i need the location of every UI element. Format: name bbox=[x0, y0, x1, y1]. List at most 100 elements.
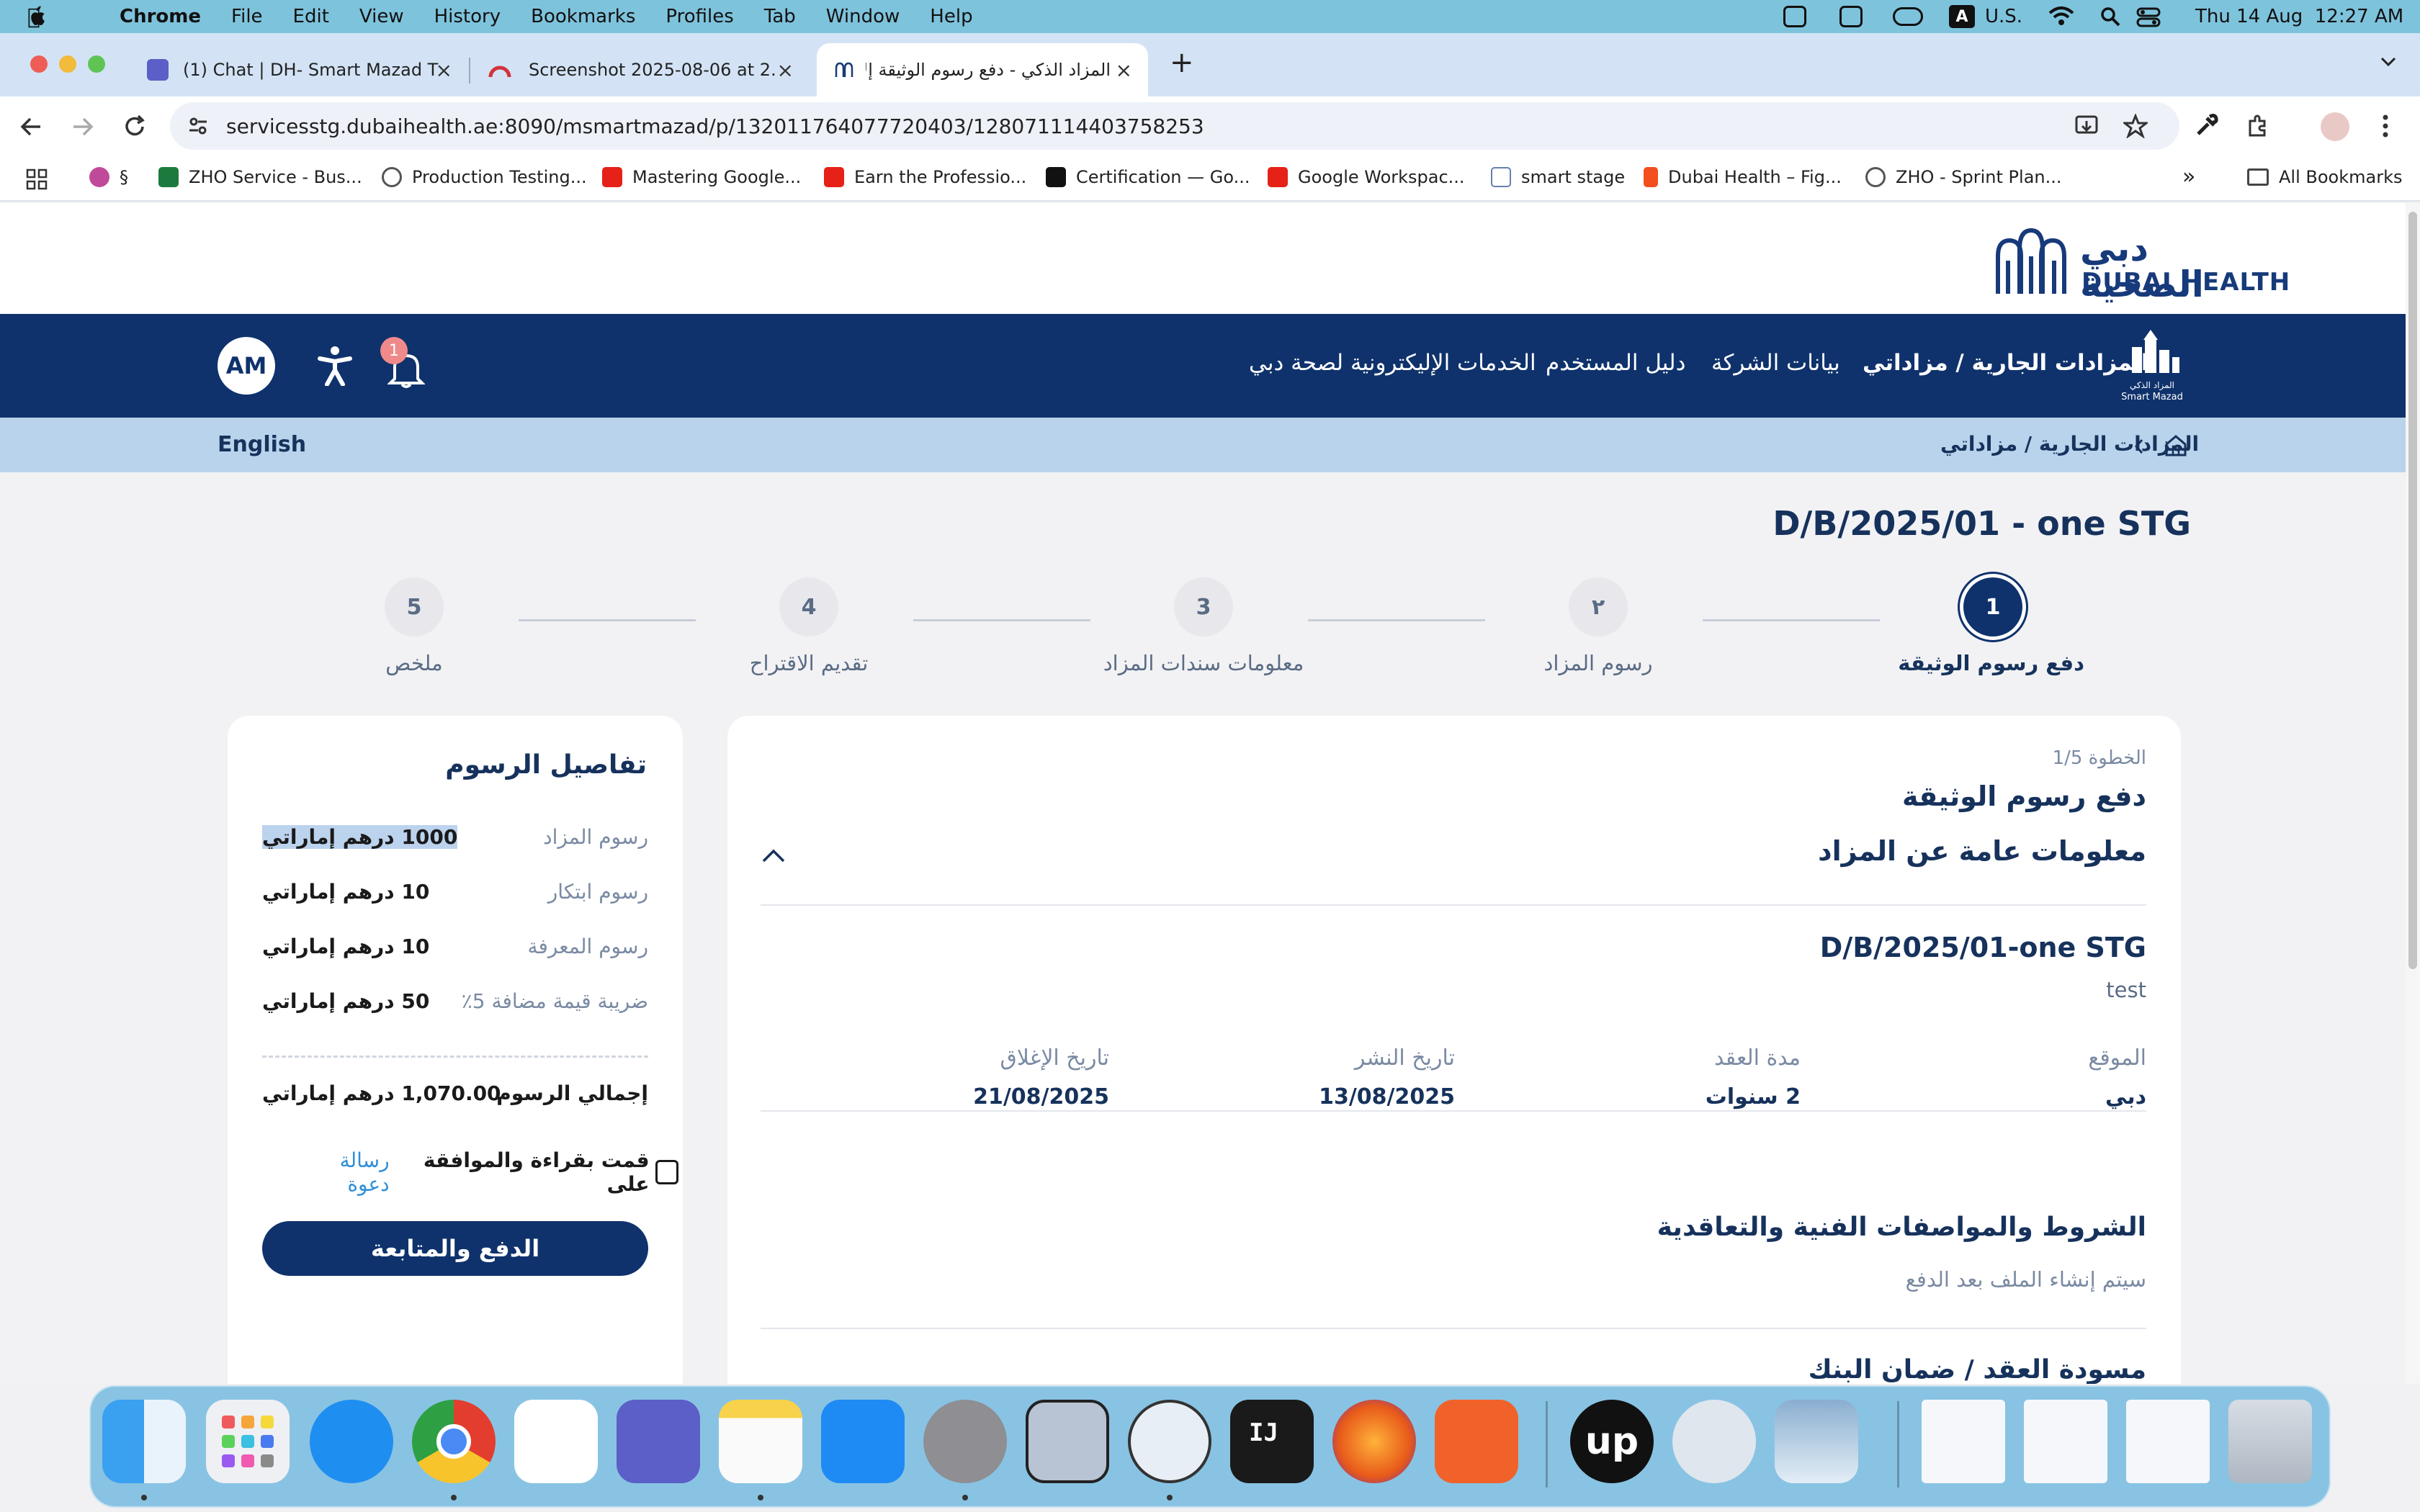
apps-grid-icon[interactable] bbox=[26, 168, 48, 190]
tab-smart-mazad[interactable]: المزاد الذكي - دفع رسوم الوثيقة إلا × bbox=[817, 43, 1148, 96]
brave-icon[interactable] bbox=[1435, 1400, 1518, 1483]
menu-app-chrome[interactable]: Chrome bbox=[120, 6, 201, 27]
close-tab-icon[interactable]: × bbox=[1116, 58, 1132, 82]
scrollbar-thumb[interactable] bbox=[2408, 212, 2417, 969]
close-tab-icon[interactable]: × bbox=[436, 58, 452, 82]
all-bookmarks-folder[interactable]: All Bookmarks bbox=[2247, 167, 2402, 187]
apple-logo-icon[interactable] bbox=[26, 6, 46, 27]
step-3-circle[interactable]: 3 bbox=[1174, 577, 1233, 636]
more-bookmarks-chevron-icon[interactable]: » bbox=[2182, 164, 2195, 189]
settings-gear-icon[interactable] bbox=[1026, 1400, 1109, 1483]
input-source-badge[interactable]: A bbox=[1949, 5, 1975, 28]
breadcrumb-current[interactable]: المزادات الجارية / مزاداتي bbox=[1940, 432, 2199, 456]
bookmark-item[interactable]: ZHO - Sprint Plan... bbox=[1865, 167, 2062, 187]
firefox-icon[interactable] bbox=[1332, 1400, 1416, 1483]
system-settings-icon[interactable] bbox=[923, 1400, 1007, 1483]
zoom-window-button[interactable] bbox=[88, 55, 105, 73]
trash-icon[interactable] bbox=[2228, 1400, 2312, 1483]
bookmark-item[interactable]: ZHO Service - Bus... bbox=[158, 167, 362, 187]
bookmark-item[interactable]: Mastering Google... bbox=[602, 167, 801, 187]
menu-profiles[interactable]: Profiles bbox=[666, 6, 733, 27]
extensions-puzzle-icon[interactable] bbox=[2246, 114, 2270, 138]
nav-current-auctions[interactable]: المزادات الجارية / مزاداتي bbox=[1863, 350, 2149, 376]
safari-icon[interactable] bbox=[310, 1400, 393, 1483]
bookmark-star-icon[interactable] bbox=[2123, 114, 2148, 138]
dubai-health-logo-icon[interactable] bbox=[1994, 228, 2069, 295]
bookmark-item[interactable]: Google Workspac... bbox=[1268, 167, 1465, 187]
accessibility-icon[interactable] bbox=[317, 346, 353, 386]
site-settings-icon[interactable] bbox=[187, 115, 209, 137]
step-2-circle[interactable]: ٢ bbox=[1569, 577, 1628, 636]
bookmark-item[interactable]: Production Testing... bbox=[382, 167, 587, 187]
spotlight-search-icon[interactable] bbox=[2100, 6, 2120, 27]
new-tab-button[interactable]: + bbox=[1170, 46, 1194, 79]
close-tab-icon[interactable]: × bbox=[777, 58, 794, 82]
quicktime-icon[interactable] bbox=[1672, 1400, 1756, 1483]
launchpad-icon[interactable] bbox=[206, 1400, 290, 1483]
minimize-window-button[interactable] bbox=[59, 55, 76, 73]
nav-company-data[interactable]: بيانات الشركة bbox=[1711, 350, 1840, 376]
bookmark-item[interactable]: Earn the Professio... bbox=[824, 167, 1026, 187]
bookmark-item[interactable]: § bbox=[89, 167, 128, 187]
preview-icon[interactable] bbox=[1775, 1400, 1858, 1483]
tab-search-chevron-icon[interactable] bbox=[2380, 56, 2397, 68]
nav-e-services[interactable]: الخدمات الإليكترونية لصحة دبي bbox=[1249, 350, 1536, 376]
upwork-icon[interactable]: up bbox=[1570, 1400, 1654, 1483]
menu-history[interactable]: History bbox=[434, 6, 501, 27]
finder-icon[interactable] bbox=[102, 1400, 186, 1483]
step-5-circle[interactable]: 5 bbox=[385, 577, 444, 636]
menu-window[interactable]: Window bbox=[826, 6, 900, 27]
globe-icon bbox=[382, 167, 402, 187]
page-scrollbar[interactable] bbox=[2406, 203, 2420, 1384]
chrome-menu-icon[interactable] bbox=[2381, 114, 2390, 138]
menu-tab[interactable]: Tab bbox=[764, 6, 796, 27]
nav-user-guide[interactable]: دليل المستخدم bbox=[1546, 350, 1685, 376]
clock[interactable]: Thu 14 Aug 12:27 AM bbox=[2195, 6, 2403, 27]
forward-icon[interactable] bbox=[71, 115, 95, 138]
menu-view[interactable]: View bbox=[359, 6, 404, 27]
eyedropper-icon[interactable] bbox=[2194, 114, 2218, 138]
general-info-title[interactable]: معلومات عامة عن المزاد bbox=[1818, 835, 2146, 867]
pay-continue-button[interactable]: الدفع والمتابعة bbox=[262, 1221, 648, 1276]
bookmark-item[interactable]: Certification — Go... bbox=[1046, 167, 1250, 187]
install-app-icon[interactable] bbox=[2074, 114, 2099, 138]
close-window-button[interactable] bbox=[30, 55, 48, 73]
app-store-icon[interactable] bbox=[821, 1400, 905, 1483]
user-avatar[interactable]: AM bbox=[218, 337, 275, 395]
reminders-icon[interactable] bbox=[514, 1400, 598, 1483]
status-icon-2[interactable] bbox=[1839, 6, 1863, 27]
cloud-icon[interactable] bbox=[1893, 7, 1923, 26]
chrome-icon[interactable] bbox=[412, 1400, 496, 1483]
menu-file[interactable]: File bbox=[231, 6, 263, 27]
tab-teams-chat[interactable]: (1) Chat | DH- Smart Mazad T × bbox=[130, 43, 468, 96]
smart-mazad-logo-icon[interactable] bbox=[2118, 330, 2184, 376]
agree-checkbox[interactable] bbox=[655, 1160, 678, 1184]
input-source-label[interactable]: U.S. bbox=[1985, 6, 2022, 27]
step-4-circle[interactable]: 4 bbox=[779, 577, 838, 636]
menu-help[interactable]: Help bbox=[930, 6, 972, 27]
url-text[interactable]: servicesstg.dubaihealth.ae:8090/msmartma… bbox=[226, 114, 1204, 138]
menu-edit[interactable]: Edit bbox=[293, 6, 329, 27]
intellij-icon[interactable]: IJ bbox=[1230, 1400, 1314, 1483]
bookmark-item[interactable]: smart stage bbox=[1491, 167, 1625, 187]
back-icon[interactable] bbox=[19, 115, 43, 138]
control-center-icon[interactable] bbox=[2136, 7, 2161, 27]
wifi-icon[interactable] bbox=[2047, 6, 2076, 27]
recent-window-thumbnail[interactable] bbox=[2024, 1400, 2107, 1483]
collapse-chevron-up-icon[interactable] bbox=[761, 847, 786, 864]
recent-window-thumbnail[interactable] bbox=[2126, 1400, 2210, 1483]
reload-icon[interactable] bbox=[122, 114, 147, 139]
bookmark-item[interactable]: Dubai Health – Fig... bbox=[1644, 167, 1842, 187]
profile-avatar[interactable] bbox=[2321, 112, 2349, 141]
tab-screenshot[interactable]: Screenshot 2025-08-06 at 2. × bbox=[471, 43, 810, 96]
teams-icon[interactable] bbox=[617, 1400, 700, 1483]
menu-bookmarks[interactable]: Bookmarks bbox=[531, 6, 635, 27]
recent-window-thumbnail[interactable] bbox=[1922, 1400, 2005, 1483]
step-1-circle[interactable]: 1 bbox=[1963, 577, 2022, 636]
status-icon-1[interactable] bbox=[1783, 6, 1806, 27]
vpn-globe-icon[interactable] bbox=[1128, 1400, 1211, 1483]
invitation-letter-link[interactable]: رسالة دعوة bbox=[297, 1148, 390, 1196]
address-bar[interactable]: servicesstg.dubaihealth.ae:8090/msmartma… bbox=[170, 102, 2179, 150]
language-toggle[interactable]: English bbox=[218, 432, 306, 457]
notes-icon[interactable] bbox=[719, 1400, 802, 1483]
